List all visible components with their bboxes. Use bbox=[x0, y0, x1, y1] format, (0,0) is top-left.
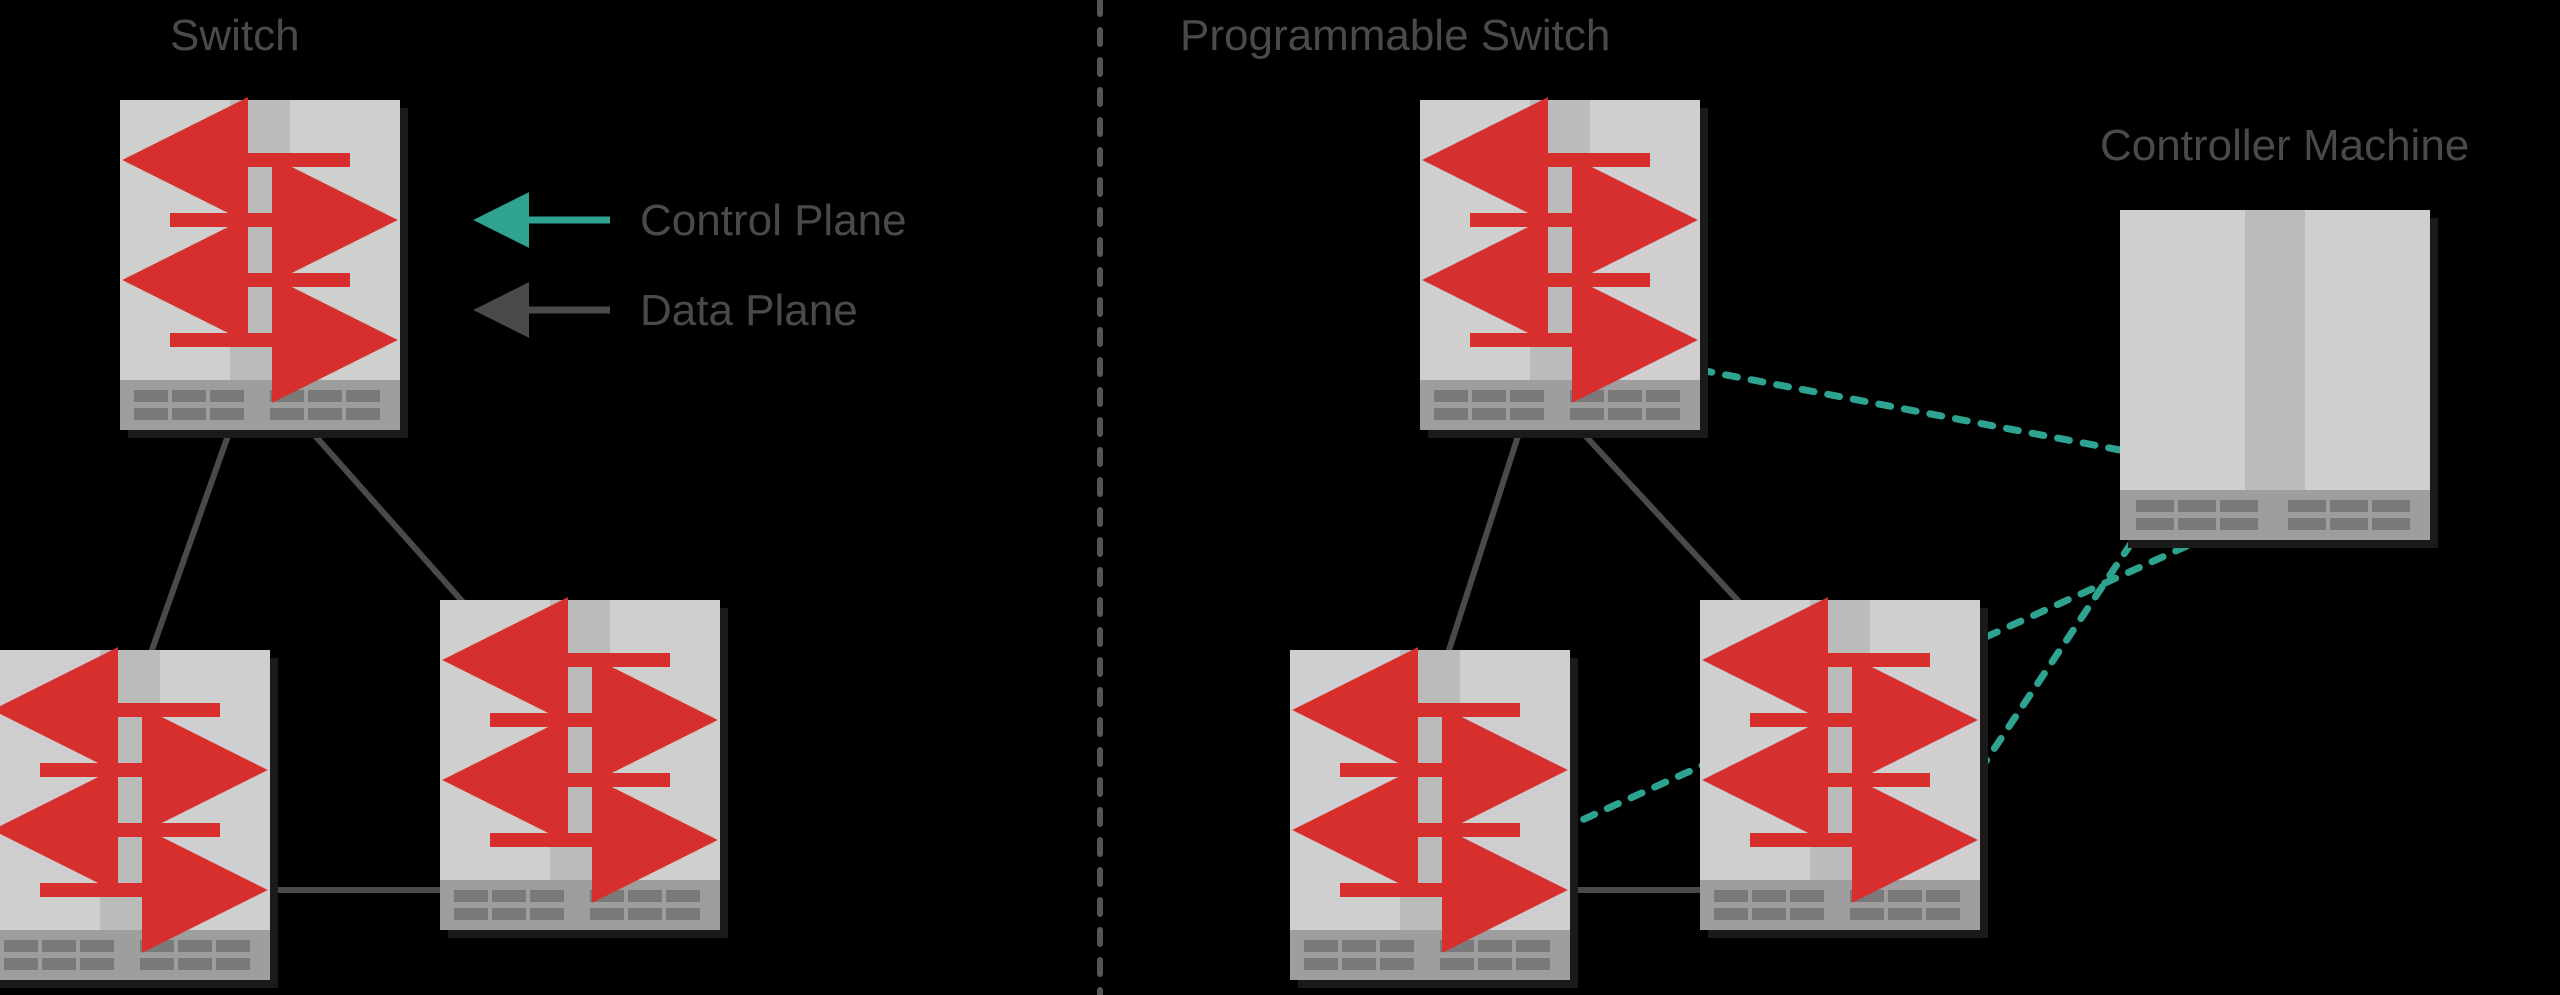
diagram-root: Switch Control Plane Data Plane Programm… bbox=[0, 0, 2560, 995]
controller-machine-title: Controller Machine bbox=[2100, 120, 2469, 173]
switch-device bbox=[120, 100, 408, 438]
switch-title: Switch bbox=[170, 10, 300, 63]
legend-control-label: Control Plane bbox=[640, 195, 907, 248]
programmable-switch-device bbox=[1700, 600, 1988, 938]
switch-device bbox=[0, 650, 278, 988]
programmable-switch-title: Programmable Switch bbox=[1180, 10, 1610, 63]
programmable-switch-device bbox=[1420, 100, 1708, 438]
controller-machine-device bbox=[2120, 210, 2438, 548]
legend-data-label: Data Plane bbox=[640, 285, 858, 338]
control-link bbox=[1700, 370, 2120, 450]
switch-device bbox=[440, 600, 728, 938]
programmable-switch-device bbox=[1290, 650, 1578, 988]
